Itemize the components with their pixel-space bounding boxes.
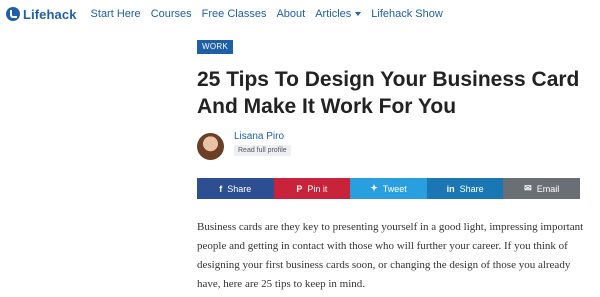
top-navigation: Lifehack Start Here Courses Free Classes… bbox=[0, 0, 600, 28]
twitter-tweet-button[interactable]: ✦ Tweet bbox=[350, 178, 427, 199]
linkedin-share-button[interactable]: in Share bbox=[426, 178, 504, 199]
nav-link-free-classes[interactable]: Free Classes bbox=[202, 8, 267, 20]
linkedin-icon: in bbox=[446, 183, 455, 194]
author-avatar[interactable] bbox=[197, 133, 224, 160]
email-label: Email bbox=[536, 183, 560, 194]
facebook-icon: f bbox=[219, 183, 223, 194]
facebook-share-button[interactable]: f Share bbox=[197, 178, 274, 199]
logo[interactable]: Lifehack bbox=[6, 7, 77, 22]
nav-link-articles[interactable]: Articles bbox=[315, 8, 362, 20]
nav-link-articles-label: Articles bbox=[315, 8, 352, 20]
read-full-profile-link[interactable]: Read full profile bbox=[234, 145, 291, 156]
author-name[interactable]: Lisana Piro bbox=[234, 131, 284, 142]
pinterest-label: Pin it bbox=[307, 183, 328, 194]
logo-text: Lifehack bbox=[23, 6, 77, 22]
nav-link-about[interactable]: About bbox=[276, 8, 305, 20]
lifehack-logo-icon bbox=[6, 7, 20, 21]
pinterest-pin-button[interactable]: P Pin it bbox=[273, 178, 351, 199]
email-share-button[interactable]: ✉ Email bbox=[503, 178, 580, 199]
nav-links: Start Here Courses Free Classes About Ar… bbox=[91, 8, 453, 20]
pinterest-icon: P bbox=[296, 183, 303, 194]
category-badge[interactable]: WORK bbox=[197, 40, 234, 54]
article-intro-paragraph: Business cards are they key to presentin… bbox=[197, 221, 584, 290]
nav-link-courses[interactable]: Courses bbox=[151, 8, 192, 20]
share-bar: f Share P Pin it ✦ Tweet in Share ✉ Emai… bbox=[197, 178, 580, 199]
twitter-label: Tweet bbox=[382, 183, 407, 194]
nav-link-start-here[interactable]: Start Here bbox=[91, 8, 141, 20]
article-title: 25 Tips To Design Your Business Card And… bbox=[197, 68, 580, 118]
facebook-share-label: Share bbox=[227, 183, 252, 194]
linkedin-label: Share bbox=[459, 183, 484, 194]
email-icon: ✉ bbox=[524, 183, 532, 193]
twitter-icon: ✦ bbox=[370, 183, 378, 193]
nav-link-lifehack-show[interactable]: Lifehack Show bbox=[371, 8, 443, 20]
chevron-down-icon bbox=[355, 12, 362, 17]
